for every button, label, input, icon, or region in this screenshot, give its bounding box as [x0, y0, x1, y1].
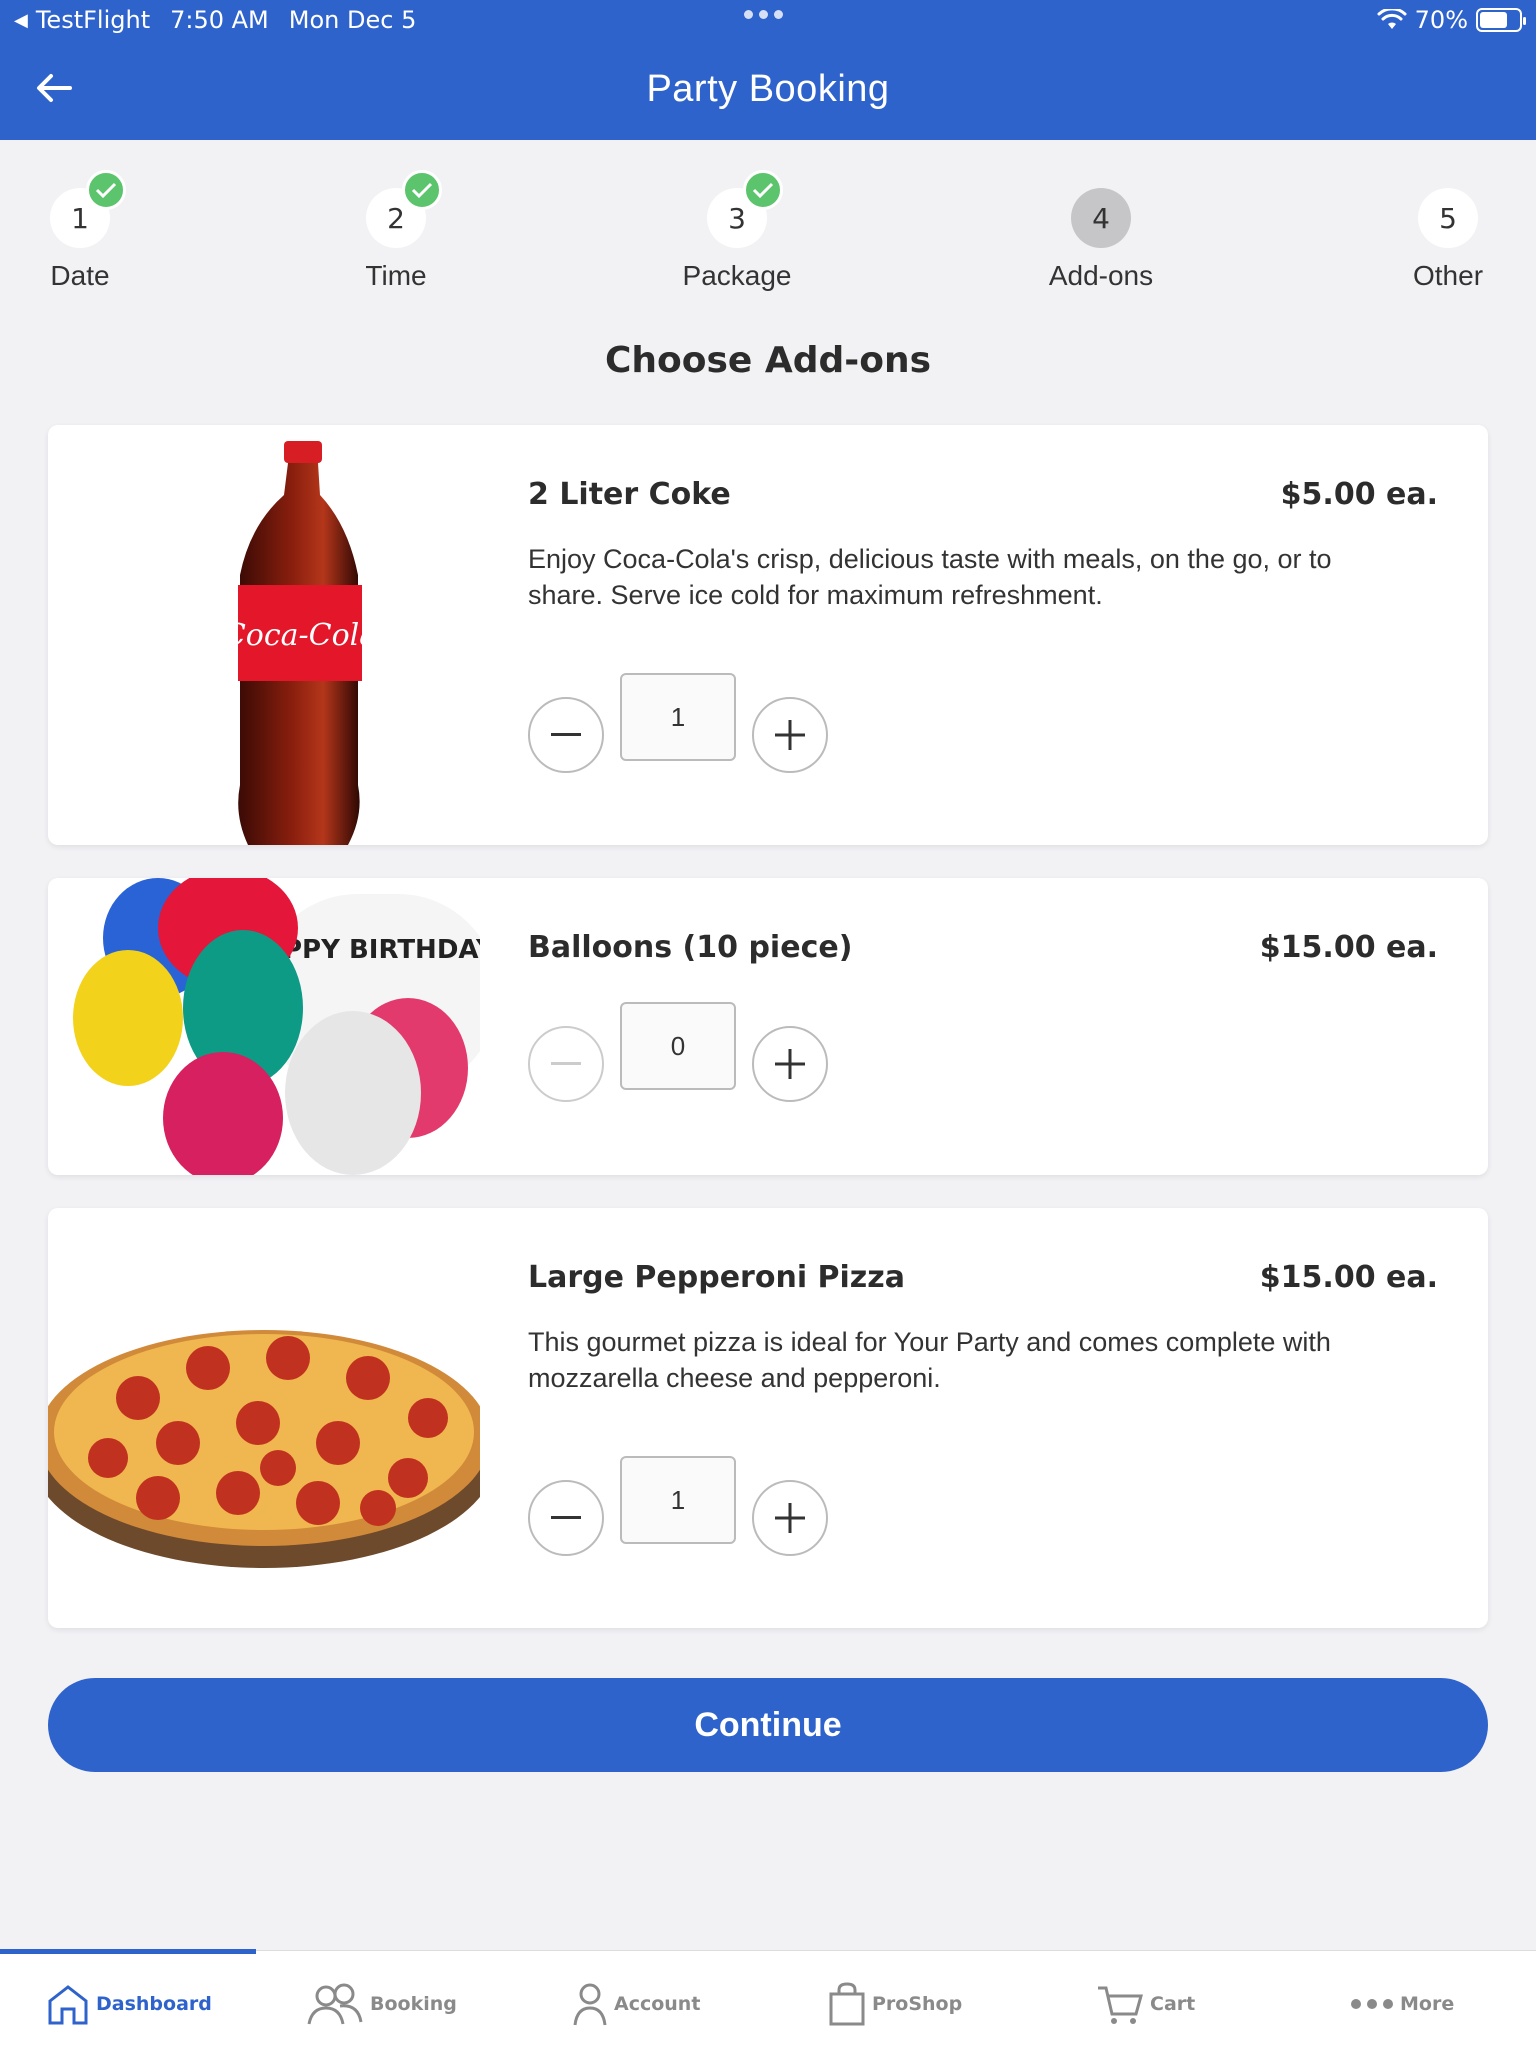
bottom-tab-bar: Dashboard Booking Account ProShop Cart M… — [0, 1949, 1536, 2048]
tab-label: Dashboard — [96, 1993, 212, 2015]
status-left: ◀ TestFlight 7:50 AM Mon Dec 5 — [14, 6, 416, 34]
nav-header: Party Booking — [0, 40, 1536, 140]
quantity-stepper: 0 — [528, 1002, 828, 1102]
addon-card-balloons: HAPPY BIRTHDAY Balloons (10 piece) $15.0… — [48, 878, 1488, 1175]
status-time: 7:50 AM — [170, 6, 269, 34]
home-icon — [48, 1985, 88, 2025]
step-number: 1 — [50, 170, 126, 248]
wifi-icon — [1377, 9, 1407, 29]
increment-button[interactable] — [752, 697, 828, 773]
step-label: Date — [50, 260, 110, 291]
step-number: 5 — [1418, 188, 1478, 248]
bag-icon — [829, 1982, 865, 2026]
tab-proshop[interactable]: ProShop — [828, 1979, 962, 2029]
back-to-app-icon[interactable]: ◀ — [14, 10, 28, 31]
top-bar: ◀ TestFlight 7:50 AM Mon Dec 5 70% Party… — [0, 0, 1536, 140]
person-icon — [573, 1983, 607, 2026]
step-other[interactable]: 5 Other — [1368, 188, 1528, 292]
active-tab-indicator — [0, 1949, 256, 1954]
battery-percent: 70% — [1414, 6, 1468, 34]
plus-icon — [775, 720, 805, 750]
addon-price: $15.00 ea. — [1259, 1260, 1438, 1295]
tab-cart[interactable]: Cart — [1096, 1979, 1195, 2029]
status-app-name[interactable]: TestFlight — [36, 6, 150, 34]
quantity-input[interactable]: 1 — [620, 673, 736, 761]
coke-logo-text: Coca-Cola — [223, 618, 377, 653]
tab-dashboard[interactable]: Dashboard — [46, 1979, 212, 2029]
plus-icon — [775, 1503, 805, 1533]
tab-label: Account — [614, 1993, 701, 2015]
cart-icon — [1098, 1986, 1143, 2024]
page-title: Party Booking — [646, 68, 890, 110]
step-label: Other — [1412, 260, 1484, 291]
section-title: Choose Add-ons — [604, 340, 932, 381]
decrement-button[interactable] — [528, 1480, 604, 1556]
status-date: Mon Dec 5 — [288, 6, 417, 34]
quantity-stepper: 1 — [528, 673, 828, 773]
continue-button[interactable]: Continue — [48, 1678, 1488, 1772]
tab-label: More — [1400, 1993, 1455, 2015]
step-label: Add-ons — [1048, 260, 1154, 291]
step-add-ons[interactable]: 4 Add-ons — [1021, 188, 1181, 292]
battery-icon — [1476, 8, 1526, 32]
minus-icon — [551, 1062, 581, 1065]
step-number: 3 — [707, 170, 783, 248]
decrement-button[interactable] — [528, 697, 604, 773]
tab-more[interactable]: More — [1350, 1979, 1454, 2029]
multitask-dots-icon[interactable] — [744, 10, 783, 19]
quantity-input[interactable]: 1 — [620, 1456, 736, 1544]
status-right: 70% — [1377, 6, 1526, 34]
step-date[interactable]: 1 Date — [0, 170, 160, 292]
quantity-input[interactable]: 0 — [620, 1002, 736, 1090]
step-package[interactable]: 3 Package — [657, 170, 817, 292]
step-time[interactable]: 2 Time — [316, 170, 476, 292]
tab-account[interactable]: Account — [572, 1979, 700, 2029]
step-number: 4 — [1071, 188, 1131, 248]
addon-price: $5.00 ea. — [1280, 477, 1438, 512]
addon-description: This gourmet pizza is ideal for Your Par… — [528, 1327, 1331, 1393]
checkmark-icon — [743, 170, 783, 210]
step-label: Time — [365, 260, 427, 291]
checkmark-icon — [86, 170, 126, 210]
tab-label: Cart — [1150, 1993, 1196, 2015]
coke-bottle-image: Coca-Cola — [48, 425, 480, 845]
addon-name: 2 Liter Coke — [528, 477, 731, 512]
increment-button[interactable] — [752, 1026, 828, 1102]
booking-stepper: 1 Date 2 Time 3 Package 4 Add-ons 5 Othe… — [0, 140, 1536, 300]
step-label: Package — [682, 260, 792, 291]
minus-icon — [551, 1516, 581, 1519]
people-icon — [307, 1983, 363, 2025]
tab-label: ProShop — [872, 1993, 963, 2015]
step-number: 2 — [366, 170, 442, 248]
balloons-image: HAPPY BIRTHDAY — [48, 878, 480, 1175]
decrement-button[interactable] — [528, 1026, 604, 1102]
status-bar: ◀ TestFlight 7:50 AM Mon Dec 5 70% — [0, 0, 1536, 40]
quantity-stepper: 1 — [528, 1456, 828, 1556]
minus-icon — [551, 733, 581, 736]
addon-price: $15.00 ea. — [1259, 930, 1438, 965]
tab-booking[interactable]: Booking — [306, 1979, 457, 2029]
addon-name: Large Pepperoni Pizza — [528, 1260, 905, 1295]
more-dots-icon — [1351, 1999, 1393, 2009]
plus-icon — [775, 1049, 805, 1079]
addon-description: Enjoy Coca-Cola's crisp, delicious taste… — [528, 544, 1332, 610]
checkmark-icon — [402, 170, 442, 210]
addon-card-coke: Coca-Cola 2 Liter Coke $5.00 ea. Enjoy C… — [48, 425, 1488, 845]
pizza-image — [48, 1208, 480, 1628]
addon-card-pizza: Large Pepperoni Pizza $15.00 ea. This go… — [48, 1208, 1488, 1628]
tab-label: Booking — [370, 1993, 457, 2015]
increment-button[interactable] — [752, 1480, 828, 1556]
addon-name: Balloons (10 piece) — [528, 930, 853, 965]
